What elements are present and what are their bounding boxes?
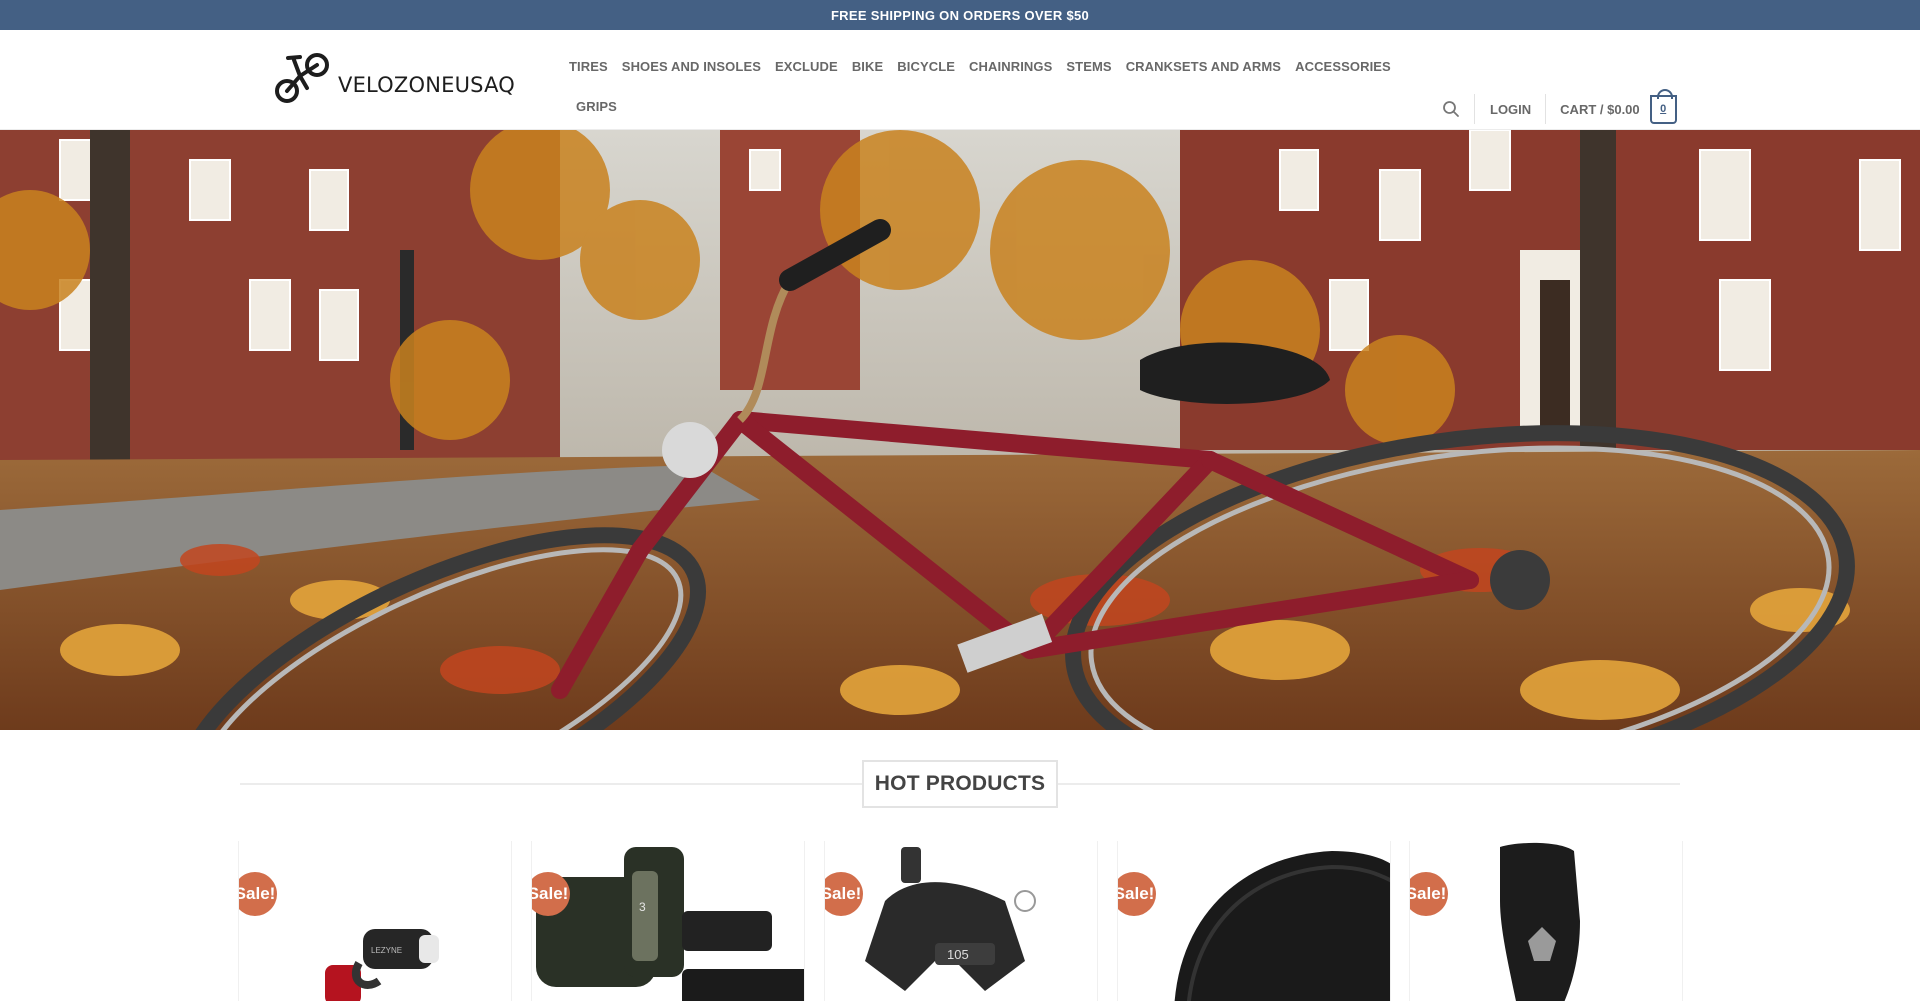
- product-card[interactable]: Sale!: [1409, 841, 1683, 1001]
- nav-item-exclude[interactable]: EXCLUDE: [768, 47, 845, 87]
- nav-item-chainrings[interactable]: CHAINRINGS: [962, 47, 1059, 87]
- cart-count-badge[interactable]: 0: [1649, 88, 1677, 124]
- svg-text:105: 105: [947, 947, 969, 962]
- hot-products-heading-row: HOT PRODUCTS: [240, 760, 1680, 808]
- bike-light-set-image: LEZYNE: [325, 929, 439, 1001]
- hero-banner: [0, 130, 1920, 730]
- knee-guard-image: [1500, 842, 1580, 1001]
- top-announcement-bar: FREE SHIPPING ON ORDERS OVER $50: [0, 0, 1920, 30]
- nav-item-tires[interactable]: TIRES: [562, 47, 615, 87]
- header-divider: [1545, 94, 1547, 124]
- nav-item-stems[interactable]: STEMS: [1059, 47, 1118, 87]
- logo-text: VELOZONEUSAQ: [338, 73, 516, 97]
- nav-item-bike[interactable]: BIKE: [845, 47, 890, 87]
- section-title: HOT PRODUCTS: [862, 760, 1058, 808]
- search-icon[interactable]: [1440, 98, 1462, 120]
- cart-link[interactable]: CART / $0.00: [1560, 102, 1639, 117]
- product-card[interactable]: Sale! LEZYNE: [238, 841, 512, 1001]
- product-card[interactable]: Sale!: [1117, 841, 1391, 1001]
- product-grid: Sale! LEZYNE Sale! 3 Sale! 105 Sale! Sal…: [238, 841, 1683, 1001]
- nav-item-cranksets-and-arms[interactable]: CRANKSETS AND ARMS: [1119, 47, 1288, 87]
- nav-item-bicycle[interactable]: BICYCLE: [890, 47, 962, 87]
- nav-item-grips[interactable]: GRIPS: [569, 87, 624, 127]
- hero-bicycle-image: [0, 130, 1920, 730]
- nav-item-accessories[interactable]: ACCESSORIES: [1288, 47, 1398, 87]
- site-header: VELOZONEUSAQ TIRES SHOES AND INSOLES EXC…: [0, 30, 1920, 130]
- site-logo[interactable]: VELOZONEUSAQ: [272, 48, 515, 108]
- free-shipping-text: FREE SHIPPING ON ORDERS OVER $50: [830, 7, 1090, 23]
- nav-item-shoes-and-insoles[interactable]: SHOES AND INSOLES: [615, 47, 768, 87]
- road-brake-caliper-image: 105: [865, 847, 1036, 991]
- product-card[interactable]: Sale! 105: [824, 841, 1098, 1001]
- main-navigation: TIRES SHOES AND INSOLES EXCLUDE BIKE BIC…: [562, 47, 1410, 127]
- svg-text:LEZYNE: LEZYNE: [371, 946, 402, 955]
- grip-shifter-image: 3: [536, 847, 804, 1001]
- header-divider: [1474, 94, 1475, 124]
- road-tire-image: [1174, 851, 1390, 1001]
- svg-text:3: 3: [639, 900, 646, 914]
- login-link[interactable]: LOGIN: [1490, 102, 1531, 117]
- bicycle-logo-icon: [275, 53, 329, 103]
- product-card[interactable]: Sale! 3: [531, 841, 805, 1001]
